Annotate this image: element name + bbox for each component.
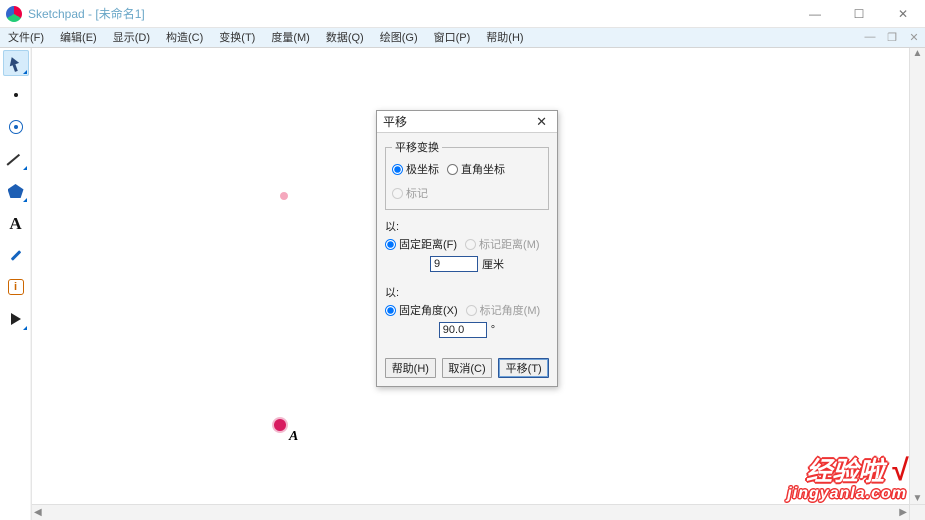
menubar: 文件(F) 编辑(E) 显示(D) 构造(C) 变换(T) 度量(M) 数据(Q… — [0, 28, 925, 48]
menu-measure[interactable]: 度量(M) — [263, 28, 318, 48]
vertical-scrollbar[interactable]: ▲▼ — [909, 48, 925, 504]
radio-marked-label: 标记 — [406, 185, 428, 201]
mdi-minimize-button[interactable]: — — [859, 31, 881, 44]
tool-marker[interactable] — [3, 242, 29, 268]
point-icon — [14, 93, 18, 97]
app-icon — [6, 6, 22, 22]
tool-point[interactable] — [3, 82, 29, 108]
point-a[interactable] — [276, 421, 284, 429]
tool-polygon[interactable] — [3, 178, 29, 204]
help-button[interactable]: 帮助(H) — [385, 358, 436, 378]
dialog-title: 平移 — [383, 113, 407, 130]
info-icon: i — [8, 279, 24, 295]
distance-unit: 厘米 — [482, 256, 504, 272]
polygon-icon — [8, 184, 24, 198]
watermark-text: 经验啦 — [806, 456, 884, 486]
dropdown-indicator-icon — [23, 70, 27, 74]
watermark: 经验啦 √ jingyanla.com — [787, 456, 907, 502]
tool-custom[interactable] — [3, 306, 29, 332]
point-a-label[interactable]: A — [289, 429, 298, 445]
minimize-button[interactable]: — — [793, 0, 837, 28]
dropdown-indicator-icon — [23, 326, 27, 330]
radio-marked-angle-label: 标记角度(M) — [480, 302, 541, 318]
radio-rect-input[interactable] — [447, 164, 458, 175]
workspace: A i A 经验啦 √ jingyanla.com ▲▼ ◀▶ — [0, 48, 925, 520]
radio-marked-distance: 标记距离(M) — [465, 236, 540, 252]
tool-toolbar: A i — [0, 48, 32, 520]
menu-transform[interactable]: 变换(T) — [211, 28, 263, 48]
distance-input[interactable]: 9 — [430, 256, 478, 272]
radio-marked-distance-input — [465, 239, 476, 250]
radio-polar-label: 极坐标 — [406, 161, 439, 177]
watermark-url: jingyanla.com — [787, 486, 907, 502]
titlebar: Sketchpad - [未命名1] — ☐ ✕ — [0, 0, 925, 28]
window-controls: — ☐ ✕ — [793, 0, 925, 28]
radio-marked: 标记 — [392, 185, 428, 201]
text-icon: A — [9, 215, 21, 232]
by-label-angle: 以: — [385, 284, 549, 300]
tool-line[interactable] — [3, 146, 29, 172]
window-title: Sketchpad - [未命名1] — [28, 5, 145, 22]
distance-group: 固定距离(F) 标记距离(M) 9 厘米 — [385, 236, 549, 278]
angle-input[interactable]: 90.0 — [439, 322, 487, 338]
tool-compass[interactable] — [3, 114, 29, 140]
mdi-controls: — ❐ ✕ — [859, 31, 925, 44]
dialog-button-row: 帮助(H) 取消(C) 平移(T) — [377, 354, 557, 386]
mdi-restore-button[interactable]: ❐ — [881, 31, 903, 44]
watermark-check-icon: √ — [891, 454, 907, 487]
dialog-titlebar[interactable]: 平移 ✕ — [377, 111, 557, 133]
compass-icon — [9, 120, 23, 134]
menu-edit[interactable]: 编辑(E) — [52, 28, 105, 48]
radio-marked-angle-input — [466, 305, 477, 316]
close-button[interactable]: ✕ — [881, 0, 925, 28]
translate-dialog: 平移 ✕ 平移变换 极坐标 直角坐标 标记 — [376, 110, 558, 387]
radio-fixed-distance-label: 固定距离(F) — [399, 236, 457, 252]
radio-fixed-angle-label: 固定角度(X) — [399, 302, 458, 318]
scroll-corner — [909, 504, 925, 520]
cancel-button[interactable]: 取消(C) — [442, 358, 493, 378]
by-label-distance: 以: — [385, 218, 549, 234]
menu-draw[interactable]: 绘图(G) — [372, 28, 426, 48]
tool-text[interactable]: A — [3, 210, 29, 236]
maximize-button[interactable]: ☐ — [837, 0, 881, 28]
dialog-close-button[interactable]: ✕ — [532, 114, 551, 130]
translation-vector-legend: 平移变换 — [392, 139, 442, 155]
dropdown-indicator-icon — [23, 198, 27, 202]
menu-data[interactable]: 数据(Q) — [318, 28, 372, 48]
radio-fixed-angle-input[interactable] — [385, 305, 396, 316]
radio-marked-angle: 标记角度(M) — [466, 302, 541, 318]
angle-group: 固定角度(X) 标记角度(M) 90.0 — [385, 302, 549, 344]
radio-fixed-angle[interactable]: 固定角度(X) — [385, 302, 458, 318]
angle-unit — [491, 324, 495, 336]
custom-tool-icon — [11, 313, 21, 325]
mdi-close-button[interactable]: ✕ — [903, 31, 925, 44]
dialog-body: 平移变换 极坐标 直角坐标 标记 以: — [377, 133, 557, 354]
translate-button[interactable]: 平移(T) — [498, 358, 549, 378]
translated-preview-point[interactable] — [280, 192, 288, 200]
dropdown-indicator-icon — [23, 166, 27, 170]
radio-polar-input[interactable] — [392, 164, 403, 175]
radio-fixed-distance[interactable]: 固定距离(F) — [385, 236, 457, 252]
radio-fixed-distance-input[interactable] — [385, 239, 396, 250]
menu-display[interactable]: 显示(D) — [105, 28, 158, 48]
tool-selection-arrow[interactable] — [3, 50, 29, 76]
radio-rect[interactable]: 直角坐标 — [447, 161, 505, 177]
translation-vector-group: 平移变换 极坐标 直角坐标 标记 — [385, 139, 549, 210]
marker-icon — [8, 247, 24, 263]
horizontal-scrollbar[interactable]: ◀▶ — [32, 504, 909, 520]
menu-construct[interactable]: 构造(C) — [158, 28, 211, 48]
radio-marked-input — [392, 188, 403, 199]
radio-polar[interactable]: 极坐标 — [392, 161, 439, 177]
radio-rect-label: 直角坐标 — [461, 161, 505, 177]
tool-info[interactable]: i — [3, 274, 29, 300]
menu-help[interactable]: 帮助(H) — [478, 28, 531, 48]
radio-marked-distance-label: 标记距离(M) — [479, 236, 540, 252]
menu-window[interactable]: 窗口(P) — [426, 28, 479, 48]
menu-file[interactable]: 文件(F) — [0, 28, 52, 48]
